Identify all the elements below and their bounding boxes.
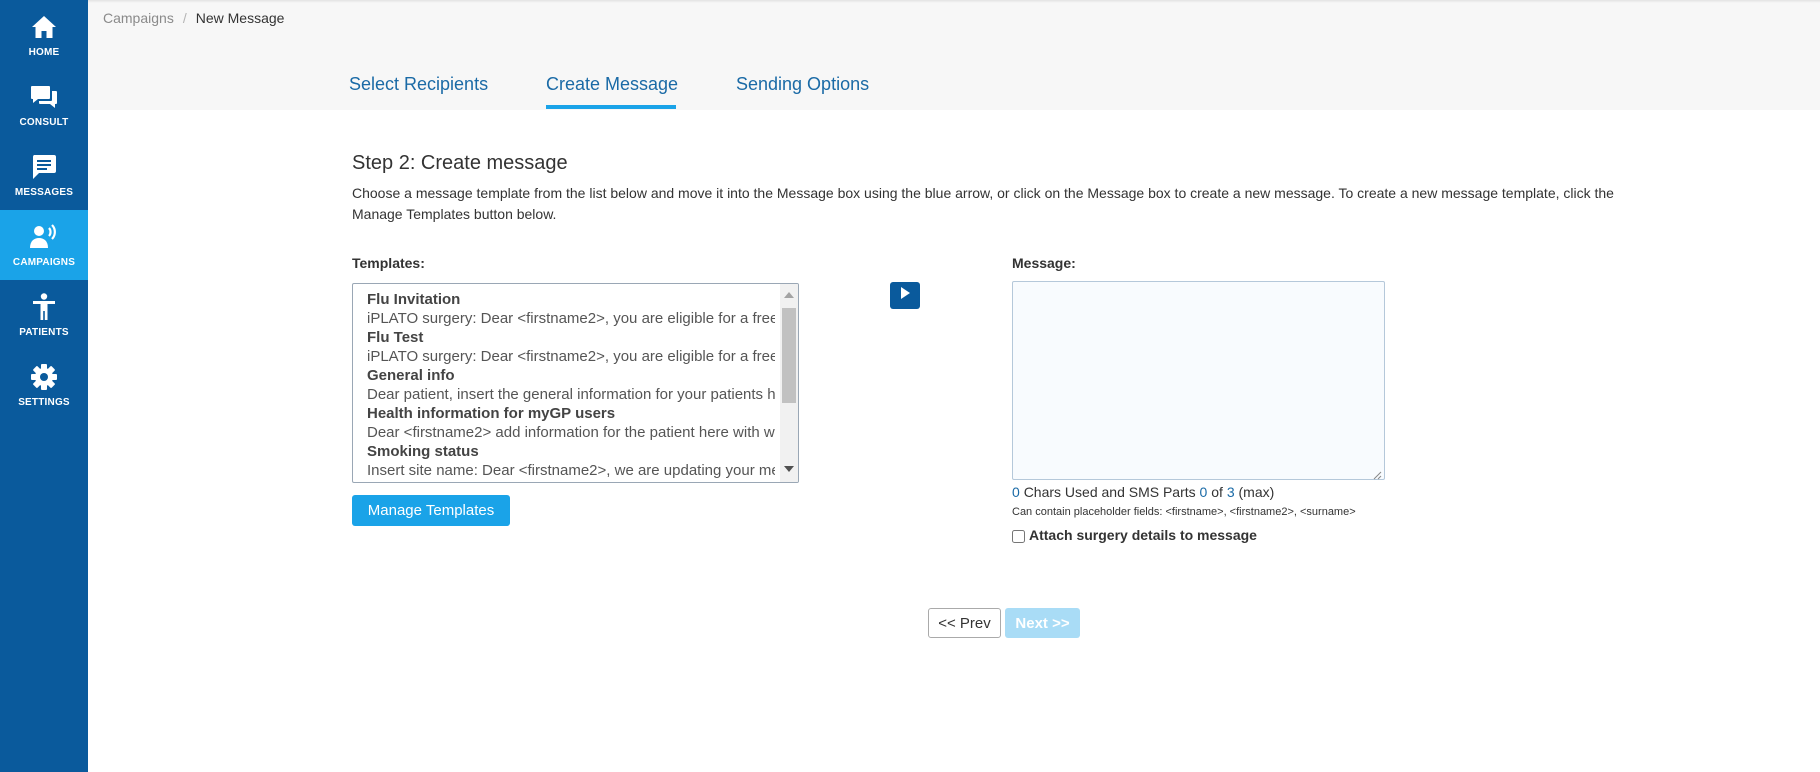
message-label: Message: <box>1012 255 1076 271</box>
template-name: Health information for myGP users <box>367 405 616 422</box>
header-band <box>88 0 1820 110</box>
scroll-up-arrow-icon[interactable] <box>784 292 794 298</box>
max-text: (max) <box>1238 484 1275 500</box>
template-item[interactable]: Smoking status Insert site name: Dear <f… <box>367 442 775 480</box>
template-item[interactable]: General info Dear patient, insert the ge… <box>367 366 775 404</box>
sms-parts-count: 0 <box>1199 484 1208 500</box>
tab-sending-options[interactable]: Sending Options <box>736 74 869 95</box>
of-text: of <box>1211 484 1223 500</box>
templates-list[interactable]: Flu Invitation iPLATO surgery: Dear <fir… <box>352 283 799 483</box>
person-icon <box>29 292 59 322</box>
tab-create-message[interactable]: Create Message <box>546 74 678 95</box>
message-textarea[interactable] <box>1012 281 1385 480</box>
chars-used-text: Chars Used and SMS Parts <box>1023 484 1196 500</box>
resize-grip-icon[interactable] <box>1372 467 1382 480</box>
breadcrumb: Campaigns / New Message <box>103 10 284 26</box>
sidebar-item-settings[interactable]: SETTINGS <box>0 350 88 420</box>
templates-label: Templates: <box>352 255 425 271</box>
sidebar-item-label: CONSULT <box>19 117 69 128</box>
chars-used-count: 0 <box>1012 484 1020 500</box>
sidebar: HOME CONSULT MESSAGES CAMPAIGNS PATIENTS… <box>0 0 88 772</box>
placeholder-fields-note: Can contain placeholder fields: <firstna… <box>1012 506 1356 518</box>
attach-surgery-details[interactable]: Attach surgery details to message <box>1012 526 1257 543</box>
next-button[interactable]: Next >> <box>1005 608 1080 638</box>
templates-scrollbar[interactable] <box>780 284 798 482</box>
template-body: iPLATO surgery: Dear <firstname2>, you a… <box>367 348 775 365</box>
breadcrumb-current: New Message <box>195 10 285 26</box>
sidebar-item-label: CAMPAIGNS <box>12 257 76 268</box>
template-item[interactable]: Health information for myGP users Dear <… <box>367 404 775 442</box>
sidebar-item-label: MESSAGES <box>14 187 74 198</box>
breadcrumb-separator: / <box>182 10 187 26</box>
attach-surgery-details-checkbox[interactable] <box>1012 530 1025 543</box>
tab-select-recipients[interactable]: Select Recipients <box>349 74 488 95</box>
sidebar-item-label: PATIENTS <box>19 327 69 338</box>
character-counter: 0 Chars Used and SMS Parts 0 of 3 (max) <box>1012 484 1274 500</box>
sidebar-item-patients[interactable]: PATIENTS <box>0 280 88 350</box>
template-name: Flu Invitation <box>367 291 461 308</box>
step-title: Step 2: Create message <box>352 152 568 174</box>
step-instructions: Choose a message template from the list … <box>352 185 1614 222</box>
template-name: General info <box>367 367 455 384</box>
home-icon <box>29 12 59 42</box>
breadcrumb-campaigns-link[interactable]: Campaigns <box>103 10 174 26</box>
sidebar-item-campaigns[interactable]: CAMPAIGNS <box>0 210 88 280</box>
message-icon <box>29 152 59 182</box>
attach-surgery-details-label: Attach surgery details to message <box>1029 526 1257 543</box>
chat-bubbles-icon <box>29 82 59 112</box>
header-shadow <box>88 0 1820 3</box>
prev-button[interactable]: << Prev <box>928 608 1001 638</box>
sidebar-item-messages[interactable]: MESSAGES <box>0 140 88 210</box>
sidebar-item-consult[interactable]: CONSULT <box>0 70 88 140</box>
template-name: Flu Test <box>367 329 424 346</box>
template-body: Dear <firstname2> add information for th… <box>367 424 775 441</box>
scroll-down-arrow-icon[interactable] <box>784 466 794 472</box>
move-template-button[interactable] <box>890 282 920 309</box>
template-body: Dear patient, insert the general informa… <box>367 386 775 403</box>
play-arrow-icon <box>899 286 911 305</box>
template-body: iPLATO surgery: Dear <firstname2>, you a… <box>367 310 775 327</box>
scrollbar-thumb[interactable] <box>782 308 796 403</box>
sidebar-item-label: SETTINGS <box>18 397 70 408</box>
manage-templates-button[interactable]: Manage Templates <box>352 495 510 526</box>
gear-icon <box>29 362 59 392</box>
active-tab-indicator <box>546 105 676 109</box>
template-item[interactable]: Flu Invitation iPLATO surgery: Dear <fir… <box>367 290 775 328</box>
sidebar-item-label: HOME <box>28 47 60 58</box>
template-name: Smoking status <box>367 443 479 460</box>
template-item[interactable]: Flu Test iPLATO surgery: Dear <firstname… <box>367 328 775 366</box>
broadcast-person-icon <box>29 222 59 252</box>
sidebar-item-home[interactable]: HOME <box>0 0 88 70</box>
template-body: Insert site name: Dear <firstname2>, we … <box>367 462 775 479</box>
max-parts-count: 3 <box>1226 484 1235 500</box>
